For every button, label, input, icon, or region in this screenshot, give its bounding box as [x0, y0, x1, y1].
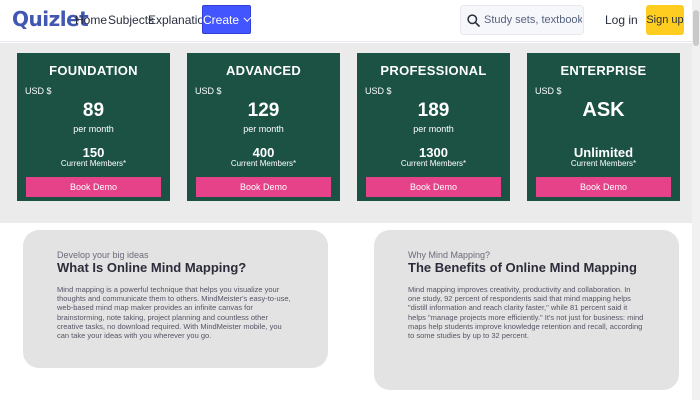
book-demo-button[interactable]: Book Demo — [536, 177, 671, 197]
plan-price: 189 — [417, 100, 450, 121]
scrollbar-thumb[interactable] — [693, 10, 699, 46]
plan-members-label: Current Members* — [570, 159, 637, 168]
info-card-what-is: Develop your big ideas What Is Online Mi… — [23, 230, 328, 368]
search-input[interactable] — [484, 14, 582, 26]
card-eyebrow: Develop your big ideas — [57, 250, 149, 260]
plan-price: 89 — [82, 100, 105, 121]
card-eyebrow: Why Mind Mapping? — [408, 250, 491, 260]
plan-members-label: Current Members* — [60, 159, 127, 168]
chevron-down-icon — [243, 13, 252, 22]
plan-currency: USD $ — [535, 86, 562, 96]
book-demo-button[interactable]: Book Demo — [26, 177, 161, 197]
plan-price: 129 — [247, 100, 280, 121]
top-nav: Quizlet Home Subjects Explanations Creat… — [0, 0, 700, 42]
page-scrollbar[interactable] — [692, 0, 700, 400]
plan-name: ENTERPRISE — [560, 63, 647, 78]
plan-currency: USD $ — [25, 86, 52, 96]
plan-card-advanced: ADVANCED USD $ 129 per month 400 Current… — [187, 53, 340, 201]
card-title: The Benefits of Online Mind Mapping — [408, 260, 637, 275]
signup-button[interactable]: Sign up — [646, 5, 684, 35]
plan-card-enterprise: ENTERPRISE USD $ ASK Unlimited Current M… — [527, 53, 680, 201]
plan-name: PROFESSIONAL — [380, 63, 487, 78]
create-button[interactable]: Create — [202, 5, 252, 34]
plan-currency: USD $ — [365, 86, 392, 96]
plan-price: ASK — [582, 99, 625, 121]
plan-card-foundation: FOUNDATION USD $ 89 per month 150 Curren… — [17, 53, 170, 201]
search-icon — [467, 13, 480, 27]
card-body: Mind mapping improves creativity, produc… — [408, 285, 644, 341]
plan-name: ADVANCED — [225, 63, 302, 78]
plan-period: per month — [413, 124, 454, 134]
plan-members: Unlimited — [573, 145, 634, 160]
card-body: Mind mapping is a powerful technique tha… — [57, 285, 291, 341]
plan-period: per month — [243, 124, 284, 134]
info-card-benefits: Why Mind Mapping? The Benefits of Online… — [374, 230, 679, 390]
book-demo-button[interactable]: Book Demo — [366, 177, 501, 197]
search-box[interactable] — [460, 5, 584, 35]
plan-members: 150 — [82, 145, 105, 160]
login-link[interactable]: Log in — [605, 13, 638, 27]
plan-members: 400 — [252, 145, 275, 160]
plan-members-label: Current Members* — [230, 159, 297, 168]
plan-name: FOUNDATION — [49, 63, 138, 78]
plan-period: per month — [73, 124, 114, 134]
book-demo-button[interactable]: Book Demo — [196, 177, 331, 197]
create-button-label: Create — [203, 12, 240, 27]
card-title: What Is Online Mind Mapping? — [57, 260, 247, 275]
nav-home-link[interactable]: Home — [75, 13, 107, 27]
plan-card-professional: PROFESSIONAL USD $ 189 per month 1300 Cu… — [357, 53, 510, 201]
plan-members-label: Current Members* — [400, 159, 467, 168]
plan-currency: USD $ — [195, 86, 222, 96]
plan-members: 1300 — [419, 145, 448, 160]
pricing-section: FOUNDATION USD $ 89 per month 150 Curren… — [0, 43, 692, 223]
